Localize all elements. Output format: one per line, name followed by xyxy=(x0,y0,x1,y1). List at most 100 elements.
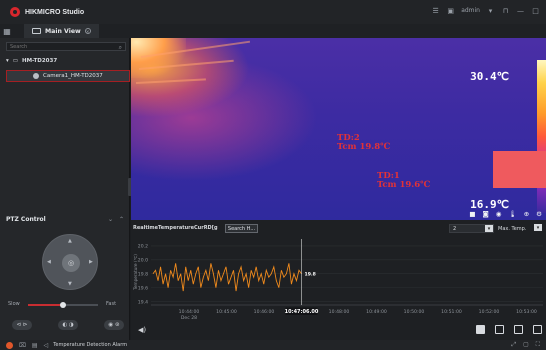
expand-icon[interactable]: ⌃ xyxy=(119,216,124,223)
left-panel: ⌕ ▾ ▭ HM-TD2037 Camera1_HM-TD2037 PTZ Co… xyxy=(0,38,130,340)
ptz-header: PTZ Control ⌄ ⌃ xyxy=(0,213,130,225)
record-icon[interactable]: ◉ xyxy=(496,210,502,218)
maximize-icon[interactable]: □ xyxy=(531,6,540,15)
thermal-image xyxy=(131,38,546,220)
title-bar: HIKMICRO Studio ☰ ▣ admin ▾ ⊓ — □ xyxy=(0,0,546,24)
chart-title: RealtimeTemperatureCurRD[g xyxy=(133,224,218,231)
speed-slider-thumb[interactable] xyxy=(60,302,66,308)
collapse-icon[interactable]: ⌄ xyxy=(108,216,113,223)
ptz-title: PTZ Control xyxy=(6,215,46,223)
search-icon[interactable]: ⌕ xyxy=(119,44,122,52)
module-grid-icon[interactable]: ▦ xyxy=(0,24,14,38)
zoom-icon[interactable]: ⊲ ⊳ xyxy=(12,320,32,330)
arrow-left-icon[interactable]: ◀ xyxy=(47,259,51,265)
close-tab-icon[interactable]: × xyxy=(84,28,91,34)
thermal-hot-region xyxy=(131,38,186,78)
hikmicro-logo-icon xyxy=(10,7,20,17)
device-icon: ▭ xyxy=(12,58,18,64)
user-name[interactable]: admin xyxy=(461,7,480,14)
temperature-color-scale xyxy=(537,60,546,213)
x-tick-label: 10:48:00 xyxy=(329,309,350,315)
ptz-direction-wheel[interactable]: ▲ ▼ ◀ ▶ ◎ xyxy=(42,234,98,290)
pin-icon[interactable]: ⤢ xyxy=(511,341,516,349)
arrow-up-icon[interactable]: ▲ xyxy=(68,238,72,244)
layout-controls xyxy=(476,325,542,334)
chart-header: RealtimeTemperatureCurRD[g Search H... 2… xyxy=(131,220,546,235)
chart-footer: ◀) xyxy=(131,323,546,337)
minimize-icon[interactable]: — xyxy=(516,6,525,15)
y-tick-label: 19.4 xyxy=(138,299,148,305)
x-tick-label: 10:46:00 xyxy=(254,309,275,315)
roi-value: Tcm 19.8℃ xyxy=(337,142,391,152)
chevron-down-icon[interactable]: ▾ xyxy=(486,6,495,15)
single-view-icon[interactable] xyxy=(476,325,485,334)
ptz-speed: Slow Fast xyxy=(0,300,130,310)
status-right-icons: ⤢ ▢ ⛶ xyxy=(511,341,540,349)
image-icon[interactable]: ▣ xyxy=(446,6,455,15)
y-axis-label: Temperature (℃) xyxy=(133,254,138,291)
temperature-type-select[interactable]: Max. Temp. ▾ xyxy=(484,224,542,233)
tab-main-view[interactable]: Main View × xyxy=(24,24,99,38)
trash-icon[interactable]: ⌧ xyxy=(19,342,26,349)
arrow-right-icon[interactable]: ▶ xyxy=(89,259,93,265)
device-name: HM-TD2037 xyxy=(21,58,58,64)
x-tick-label: 10:50:00 xyxy=(404,309,425,315)
x-tick-label: 10:47:06.00 xyxy=(285,309,319,315)
speed-slider-fill xyxy=(28,304,63,306)
thermometer-icon[interactable]: 🌡 xyxy=(508,210,516,218)
x-tick-label: 10:51:00 xyxy=(441,309,462,315)
tab-bar: ▦ Main View × xyxy=(0,24,546,38)
y-tick-label: 20.2 xyxy=(138,244,148,250)
monitor-icon xyxy=(32,28,41,34)
capture-icon[interactable]: ◙ xyxy=(482,210,488,218)
chevron-down-icon[interactable]: ▾ xyxy=(534,224,542,231)
temperature-series-line xyxy=(152,263,302,292)
roi-value: Tcm 19.6℃ xyxy=(377,180,431,190)
window-icon[interactable]: ▢ xyxy=(523,341,529,349)
app-logo: HIKMICRO Studio xyxy=(10,7,84,17)
camera-list-item[interactable]: Camera1_HM-TD2037 xyxy=(6,70,130,82)
max-temperature: 30.4℃ xyxy=(470,70,509,83)
speed-slider[interactable] xyxy=(28,302,98,308)
list-icon[interactable]: ☰ xyxy=(431,6,440,15)
camera-icon xyxy=(33,73,39,79)
expand-icon[interactable]: ⛶ xyxy=(536,341,540,349)
window-controls: ☰ ▣ admin ▾ ⊓ — □ xyxy=(431,6,540,15)
device-tree-root[interactable]: ▾ ▭ HM-TD2037 xyxy=(6,58,57,64)
device-search: ⌕ xyxy=(6,42,126,51)
current-value-label: 19.8 xyxy=(305,272,316,278)
volume-icon[interactable]: ◀) xyxy=(138,326,146,334)
grid-view-icon[interactable] xyxy=(495,325,504,334)
sound-icon[interactable]: ◁ xyxy=(44,342,49,349)
search-history-button[interactable]: Search H... xyxy=(225,224,258,233)
display-icon[interactable]: ▤ xyxy=(32,342,38,349)
arrow-down-icon[interactable]: ▼ xyxy=(68,281,72,287)
roi-label-td2[interactable]: TD:2 Tcm 19.8℃ xyxy=(337,134,390,152)
temperature-type-value: Max. Temp. xyxy=(498,225,527,232)
video-toolbar: ■ ◙ ◉ 🌡 ⊕ ⚙ xyxy=(469,210,542,218)
lock-icon[interactable]: ⊓ xyxy=(501,6,510,15)
x-tick-label: 10:49:00 xyxy=(366,309,387,315)
settings-icon[interactable]: ⚙ xyxy=(536,210,542,218)
fullscreen-icon[interactable] xyxy=(533,325,542,334)
camera-name: Camera1_HM-TD2037 xyxy=(43,73,103,79)
x-tick-label: 10:53:00 xyxy=(516,309,537,315)
temperature-curve-panel: RealtimeTemperatureCurRD[g Search H... 2… xyxy=(131,220,546,340)
thermal-video-view[interactable]: 30.4℃ 16.9℃ TD:2 Tcm 19.8℃ TD:1 Tcm 19.6… xyxy=(131,38,546,220)
focus-icon[interactable]: ◐ ◑ xyxy=(58,320,78,330)
ptz-center-icon[interactable]: ◎ xyxy=(62,254,80,272)
ptz-buttons: ⊲ ⊳ ◐ ◑ ◉ ⊛ xyxy=(12,320,124,332)
multi-view-icon[interactable] xyxy=(514,325,523,334)
x-tick-date: Dec 28 xyxy=(181,315,197,321)
temperature-line-chart: 20.2 20.0 19.8 19.6 19.4 Temperature (℃) 10:44… xyxy=(133,239,543,321)
search-input[interactable] xyxy=(10,43,115,50)
x-tick-label: 10:45:00 xyxy=(216,309,237,315)
expand-arrow-icon[interactable]: ▾ xyxy=(6,58,9,64)
iris-icon[interactable]: ◉ ⊛ xyxy=(104,320,124,330)
alarm-icon[interactable] xyxy=(6,341,13,349)
stop-icon[interactable]: ■ xyxy=(469,210,475,218)
tab-label: Main View xyxy=(45,27,81,35)
zoom-in-icon[interactable]: ⊕ xyxy=(524,210,529,218)
roi-label-td1[interactable]: TD:1 Tcm 19.6℃ xyxy=(377,172,430,190)
y-tick-label: 19.8 xyxy=(138,272,148,278)
